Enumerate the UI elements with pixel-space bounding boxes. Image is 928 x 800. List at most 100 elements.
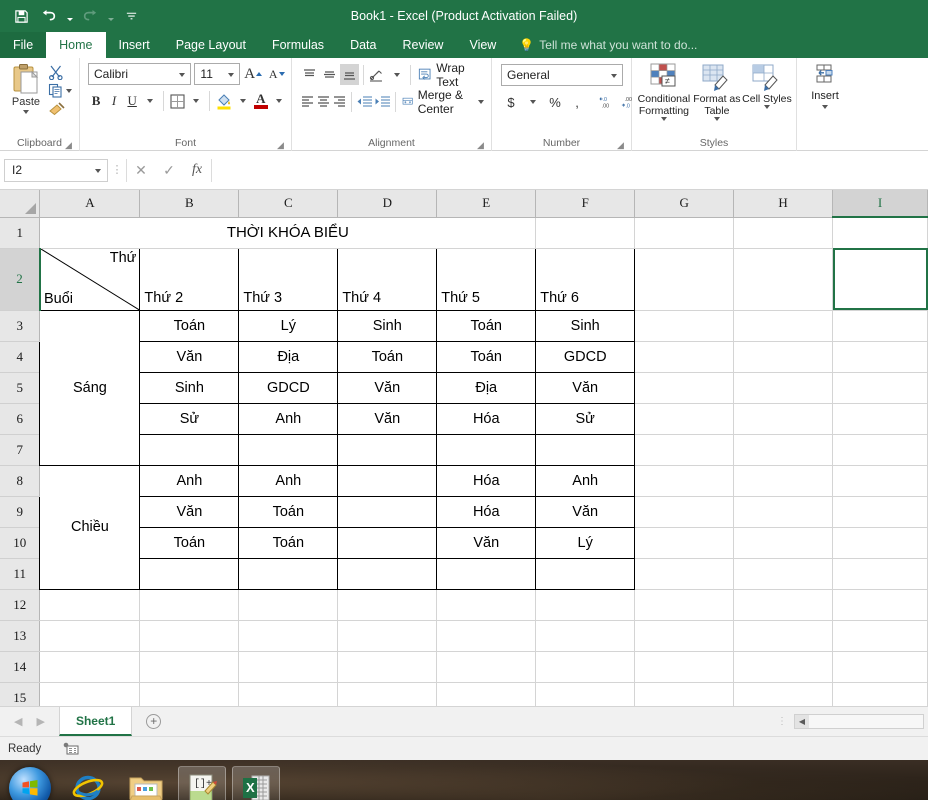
cell-f9[interactable]: Văn xyxy=(535,495,636,528)
check-icon[interactable]: ✓ xyxy=(155,159,183,182)
cell-i1[interactable] xyxy=(832,217,928,249)
cell-i3[interactable] xyxy=(832,310,928,342)
cell-f15[interactable] xyxy=(535,682,636,706)
cut-button[interactable] xyxy=(48,65,72,80)
cell-g14[interactable] xyxy=(634,651,735,683)
cell-c7[interactable] xyxy=(238,433,339,466)
tab-data[interactable]: Data xyxy=(337,32,389,58)
cell-d14[interactable] xyxy=(337,651,438,683)
cell-f13[interactable] xyxy=(535,620,636,652)
cell-a8-session-afternoon[interactable]: Chiều xyxy=(39,465,141,590)
tab-home[interactable]: Home xyxy=(46,32,106,58)
cell-c2-day[interactable]: Thứ 3 xyxy=(238,247,339,311)
cell-f8[interactable]: Anh xyxy=(535,464,636,497)
cell-g3[interactable] xyxy=(634,310,735,342)
cell-i4[interactable] xyxy=(832,341,928,373)
bold-button[interactable]: B xyxy=(88,90,104,112)
tab-file[interactable]: File xyxy=(0,32,47,58)
record-macro-icon[interactable] xyxy=(63,742,79,755)
cell-i5[interactable] xyxy=(832,372,928,404)
save-icon[interactable] xyxy=(8,4,34,28)
cell-f6[interactable]: Sử xyxy=(535,402,636,435)
cell-g11[interactable] xyxy=(634,558,735,590)
format-painter-button[interactable] xyxy=(48,101,72,116)
cell-i7[interactable] xyxy=(832,434,928,466)
cell-i13[interactable] xyxy=(832,620,928,652)
name-box-chevron-down-icon[interactable] xyxy=(95,168,101,173)
cell-d7[interactable] xyxy=(337,433,438,466)
cell-i11[interactable] xyxy=(832,558,928,590)
cell-a15[interactable] xyxy=(39,682,141,706)
cell-d10[interactable] xyxy=(337,526,438,559)
cell-f12[interactable] xyxy=(535,589,636,621)
undo-dropdown-icon[interactable] xyxy=(64,4,75,28)
cell-b8[interactable]: Anh xyxy=(139,464,240,497)
cell-i12[interactable] xyxy=(832,589,928,621)
number-format-combo[interactable]: General xyxy=(501,64,623,86)
cell-i14[interactable] xyxy=(832,651,928,683)
cell-e15[interactable] xyxy=(436,682,537,706)
cell-h12[interactable] xyxy=(733,589,834,621)
cell-f1[interactable] xyxy=(535,217,636,249)
cell-b15[interactable] xyxy=(139,682,240,706)
fill-color-dropdown-icon[interactable] xyxy=(235,90,251,112)
cell-b10[interactable]: Toán xyxy=(139,526,240,559)
cell-f2-day[interactable]: Thứ 6 xyxy=(535,247,636,311)
cell-g5[interactable] xyxy=(634,372,735,404)
cell-d9[interactable] xyxy=(337,495,438,528)
orientation-dropdown-icon[interactable] xyxy=(387,64,406,85)
cell-h7[interactable] xyxy=(733,434,834,466)
cell-b5[interactable]: Sinh xyxy=(139,371,240,404)
alignment-dialog-launcher-icon[interactable]: ◢ xyxy=(476,141,485,150)
row-header-10[interactable]: 10 xyxy=(0,527,41,559)
cell-f3[interactable]: Sinh xyxy=(535,309,636,342)
column-header-i[interactable]: I xyxy=(832,190,928,218)
cell-e6[interactable]: Hóa xyxy=(436,402,537,435)
cell-d3[interactable]: Sinh xyxy=(337,309,438,342)
cell-d15[interactable] xyxy=(337,682,438,706)
cell-f7[interactable] xyxy=(535,433,636,466)
cell-c4[interactable]: Địa xyxy=(238,340,339,373)
currency-dropdown-icon[interactable] xyxy=(523,91,543,113)
undo-icon[interactable] xyxy=(36,4,62,28)
merge-center-button[interactable]: Merge & Center xyxy=(399,88,487,116)
cell-b11[interactable] xyxy=(139,557,240,590)
cell-e11[interactable] xyxy=(436,557,537,590)
cell-f10[interactable]: Lý xyxy=(535,526,636,559)
underline-dropdown-icon[interactable] xyxy=(142,90,158,112)
cell-e12[interactable] xyxy=(436,589,537,621)
column-header-a[interactable]: A xyxy=(39,190,141,218)
cell-d2-day[interactable]: Thứ 4 xyxy=(337,247,438,311)
cell-h13[interactable] xyxy=(733,620,834,652)
cell-b13[interactable] xyxy=(139,620,240,652)
format-as-table-dropdown-icon[interactable] xyxy=(713,117,720,121)
currency-button[interactable]: $ xyxy=(501,91,521,113)
column-header-b[interactable]: B xyxy=(139,190,240,218)
cell-h15[interactable] xyxy=(733,682,834,706)
wrap-text-button[interactable]: Wrap Text xyxy=(415,61,487,89)
cell-g8[interactable] xyxy=(634,465,735,497)
cell-d8[interactable] xyxy=(337,464,438,497)
cell-c12[interactable] xyxy=(238,589,339,621)
row-header-6[interactable]: 6 xyxy=(0,403,41,435)
paste-button[interactable]: Paste xyxy=(4,61,48,114)
number-format-chevron-down-icon[interactable] xyxy=(611,74,617,78)
insert-function-icon[interactable]: fx xyxy=(183,159,211,182)
cell-i10[interactable] xyxy=(832,527,928,559)
cell-h2[interactable] xyxy=(733,248,834,311)
cell-c8[interactable]: Anh xyxy=(238,464,339,497)
cell-h1[interactable] xyxy=(733,217,834,249)
notepad-plus-plus-icon[interactable]: []+ xyxy=(178,766,226,800)
cell-g10[interactable] xyxy=(634,527,735,559)
orientation-button[interactable] xyxy=(367,64,386,85)
align-center-button[interactable] xyxy=(316,91,331,112)
cell-e2-day[interactable]: Thứ 5 xyxy=(436,247,537,311)
cell-c3[interactable]: Lý xyxy=(238,309,339,342)
cell-a12[interactable] xyxy=(39,589,141,621)
align-right-button[interactable] xyxy=(332,91,347,112)
cell-a2-diagonal-header[interactable]: Thứ Buổi xyxy=(39,247,141,311)
underline-button[interactable]: U xyxy=(124,90,140,112)
cell-h6[interactable] xyxy=(733,403,834,435)
fill-color-button[interactable] xyxy=(215,90,233,112)
horizontal-scrollbar[interactable]: ◀ xyxy=(794,714,924,729)
